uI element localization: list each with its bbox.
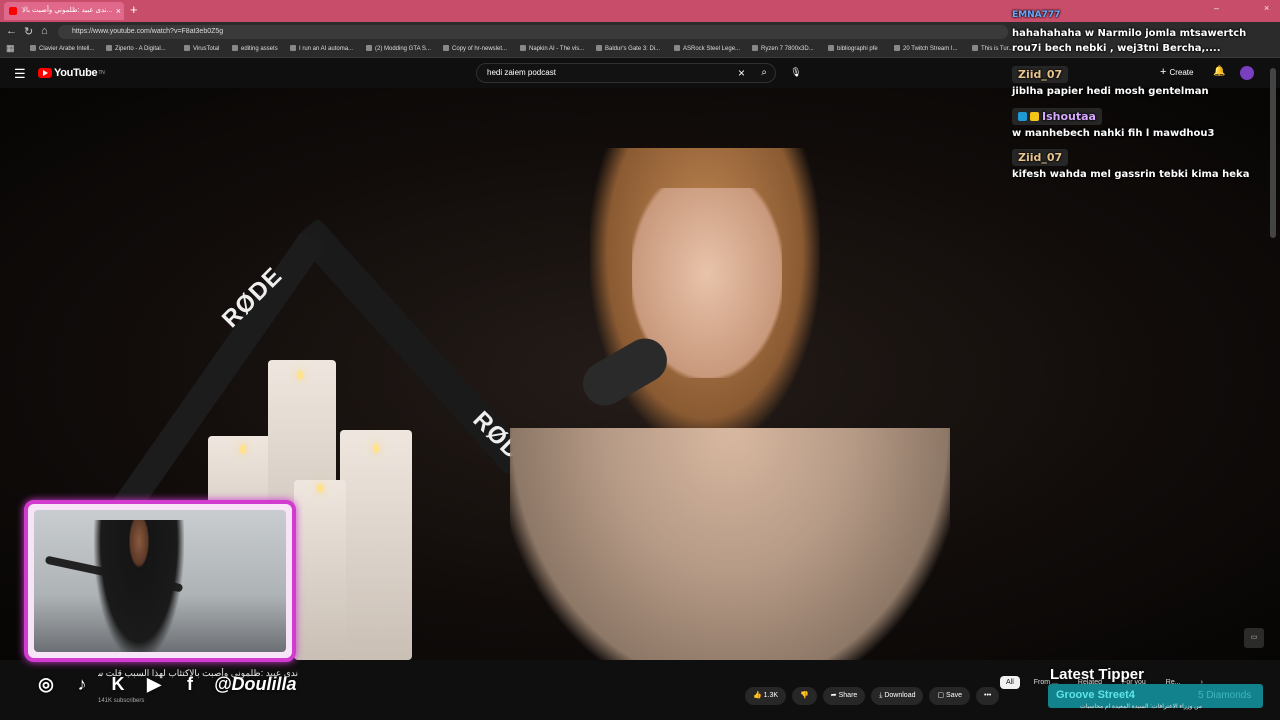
- subscriber-badge-icon: [1018, 112, 1027, 121]
- menu-icon[interactable]: ☰: [14, 66, 26, 82]
- home-icon[interactable]: ⌂: [41, 25, 48, 37]
- youtube-play-icon: [38, 68, 52, 78]
- chat-user-pill: Ishoutaa: [1012, 108, 1102, 125]
- flame: [373, 443, 379, 453]
- bookmark-item[interactable]: Clavier Arabe Intell...: [30, 45, 94, 52]
- chat-message: kifesh wahda mel gassrin tebki kima heka: [1012, 169, 1250, 180]
- like-count: 1.3K: [763, 692, 779, 699]
- kick-icon: K: [111, 673, 125, 694]
- bookmark-item[interactable]: Baldur's Gate 3: Di...: [596, 45, 660, 52]
- related-video-title[interactable]: من وزراء الاعترافات: السيدة المعيدة ام م…: [1080, 703, 1202, 710]
- streamer-handle: @Doulilla: [214, 673, 297, 694]
- chat-message: hahahahaha w Narmilo jomla mtsawertch ro…: [1012, 28, 1247, 54]
- bookmark-item[interactable]: ASRock Steel Lege...: [674, 45, 740, 52]
- bookmark-item[interactable]: (2) Modding GTA S...: [366, 45, 431, 52]
- latest-tipper-amount: 5 Diamonds: [1198, 690, 1252, 701]
- search-icon[interactable]: ⌕: [761, 64, 767, 82]
- streamer-webcam-frame: [24, 500, 296, 662]
- flame: [240, 444, 246, 454]
- latest-tipper-name: Groove Street4: [1056, 689, 1135, 701]
- youtube-icon: ▶: [147, 673, 161, 694]
- bookmark-item[interactable]: I run an AI automa...: [290, 45, 353, 52]
- logo-text: YouTube: [54, 67, 98, 79]
- share-label: Share: [838, 692, 858, 699]
- bookmark-item[interactable]: Ziperto - A Digital...: [106, 45, 166, 52]
- download-label: Download: [884, 692, 916, 699]
- chat-user-badge: Ziid_07: [1012, 149, 1272, 166]
- bookmark-item[interactable]: VirusTotal: [184, 45, 219, 52]
- candle: [294, 480, 346, 660]
- flame: [297, 370, 303, 380]
- download-button[interactable]: ⤓ Download: [871, 687, 924, 705]
- video-actions: 👍 1.3K 👎 ➦ Share ⤓ Download ▢ Save •••: [745, 687, 1005, 705]
- search-value: hedi zaiem podcast: [487, 68, 556, 77]
- close-tab-icon[interactable]: ×: [116, 2, 121, 20]
- youtube-logo[interactable]: YouTube TN: [38, 67, 105, 79]
- chat-user-badge: Ziid_07: [1012, 66, 1272, 83]
- facebook-icon: f: [187, 673, 193, 694]
- more-actions-button[interactable]: •••: [976, 687, 1000, 705]
- instagram-icon: ◎: [38, 673, 54, 694]
- dislike-button[interactable]: 👎: [792, 687, 817, 705]
- social-links-overlay: ◎ ♪ K ▶ f @Doulilla: [30, 668, 297, 700]
- search-input[interactable]: hedi zaiem podcast × ⌕: [476, 63, 776, 83]
- latest-tipper-title: Latest Tipper: [1050, 666, 1144, 683]
- player-corner-button[interactable]: ▭: [1244, 628, 1264, 648]
- bookmark-item[interactable]: Napkin AI - The vis...: [520, 45, 584, 52]
- reload-icon[interactable]: ↻: [24, 25, 33, 38]
- voice-search-icon[interactable]: 🎙: [788, 64, 804, 80]
- bookmark-item[interactable]: bibliographi pfe: [828, 45, 878, 52]
- chat-username: Ziid_07: [1012, 149, 1069, 166]
- chat-message: w manhebech nahki fih l mawdhou3: [1012, 128, 1215, 139]
- candle: [340, 430, 412, 660]
- share-button[interactable]: ➦ Share: [822, 687, 866, 705]
- apps-icon[interactable]: ▦: [6, 43, 15, 54]
- country-code: TN: [98, 70, 105, 76]
- podcast-guest: [510, 148, 950, 660]
- clear-search-icon[interactable]: ×: [738, 64, 745, 82]
- webcam-feed: [34, 510, 286, 652]
- like-button[interactable]: 👍 1.3K: [745, 687, 787, 705]
- youtube-favicon-icon: [9, 7, 17, 15]
- tiktok-icon: ♪: [77, 673, 87, 694]
- tab-title: ندى عبيد :ظلموني وأصبت بالا...: [22, 7, 113, 14]
- streamer: [94, 520, 184, 652]
- chat-username: Ishoutaa: [1042, 110, 1096, 123]
- chat-username: Ziid_07: [1012, 66, 1069, 83]
- back-icon[interactable]: ←: [6, 25, 17, 37]
- save-button[interactable]: ▢ Save: [929, 687, 971, 705]
- guest-body: [510, 428, 950, 660]
- chat-username: EMNA777: [1012, 10, 1061, 20]
- chat-user-badge: Ishoutaa: [1012, 108, 1272, 125]
- new-tab-button[interactable]: +: [130, 2, 138, 17]
- save-label: Save: [946, 692, 963, 699]
- chat-message: jiblha papier hedi mosh gentelman: [1012, 86, 1209, 97]
- crown-badge-icon: [1030, 112, 1039, 121]
- chip-all[interactable]: All: [1000, 676, 1020, 689]
- bookmark-item[interactable]: Ryzen 7 7800x3D...: [752, 45, 814, 52]
- browser-tab[interactable]: ندى عبيد :ظلموني وأصبت بالا... ×: [4, 2, 124, 20]
- bookmark-item[interactable]: Copy of hr-newslet...: [443, 45, 507, 52]
- bookmark-item[interactable]: This is Tur...: [972, 45, 1013, 52]
- url-field[interactable]: https://www.youtube.com/watch?v=F8at3eb0…: [58, 25, 1008, 39]
- flame: [317, 483, 323, 493]
- bookmark-item[interactable]: editing assets: [232, 45, 278, 52]
- bookmark-item[interactable]: 20 Twitch Stream I...: [894, 45, 958, 52]
